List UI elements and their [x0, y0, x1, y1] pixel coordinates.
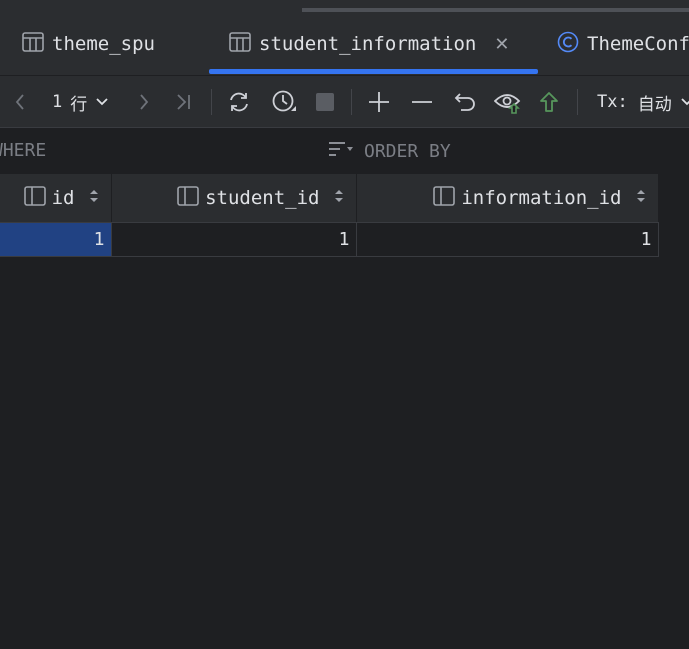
sort-lines-icon — [328, 140, 364, 163]
remove-row-icon[interactable] — [409, 76, 435, 128]
tab-label: student_information — [259, 33, 477, 55]
tab-student-information[interactable]: student_information ✕ — [229, 13, 509, 75]
where-label: WHERE — [0, 140, 47, 161]
column-name: student_id — [205, 187, 320, 209]
tab-theme-spu[interactable]: theme_spu — [22, 13, 155, 75]
add-row-icon[interactable] — [366, 76, 392, 128]
data-toolbar: 1 行 Tx: 自动 — [0, 75, 689, 128]
window-top-strip — [0, 0, 689, 13]
editor-tab-bar: theme_spu student_information ✕ ThemeCon… — [0, 13, 689, 75]
orderby-label: ORDER BY — [364, 141, 451, 162]
next-page-icon[interactable] — [134, 76, 154, 128]
grid-cell-id[interactable]: 1 — [0, 222, 112, 257]
grid-header-row: id student_id information_id — [0, 174, 659, 223]
where-filter-input[interactable]: WHERE — [0, 140, 46, 161]
column-name: id — [51, 187, 75, 209]
column-icon — [23, 185, 46, 211]
tab-scrollbar[interactable] — [302, 8, 689, 12]
stop-icon[interactable] — [313, 76, 337, 128]
table-icon — [229, 32, 251, 56]
tab-label: theme_spu — [52, 33, 155, 55]
toolbar-separator — [351, 89, 352, 115]
column-icon — [177, 185, 199, 211]
grid-cell-student-id[interactable]: 1 — [111, 222, 357, 257]
column-name: information_id — [461, 187, 622, 209]
chevron-down-icon — [680, 92, 689, 112]
revert-icon[interactable] — [452, 76, 478, 128]
tx-mode: 自动 — [637, 94, 672, 115]
rows-value: 1 — [52, 92, 63, 112]
class-icon — [557, 31, 579, 57]
orderby-filter-input[interactable]: ORDER BY — [328, 140, 451, 163]
rows-unit: 行 — [70, 94, 88, 115]
active-tab-indicator — [209, 69, 538, 74]
tab-themeconf[interactable]: ThemeConf — [557, 13, 689, 75]
prev-page-icon[interactable] — [10, 76, 30, 128]
table-icon — [22, 32, 44, 56]
result-grid: id student_id information_id 1 1 1 — [0, 174, 659, 257]
column-header-information-id[interactable]: information_id — [356, 174, 659, 223]
preview-changes-icon[interactable] — [493, 76, 523, 128]
column-header-student-id[interactable]: student_id — [111, 174, 357, 223]
sort-toggle-icon[interactable] — [334, 187, 344, 209]
column-icon — [433, 185, 456, 211]
close-icon[interactable]: ✕ — [494, 34, 509, 55]
tab-label: ThemeConf — [587, 33, 689, 55]
refresh-icon[interactable] — [225, 76, 253, 128]
transaction-mode-selector[interactable]: Tx: 自动 — [597, 76, 689, 128]
sort-toggle-icon[interactable] — [636, 187, 646, 209]
submit-icon[interactable] — [537, 76, 561, 128]
grid-cell-information-id[interactable]: 1 — [356, 222, 659, 257]
sort-toggle-icon[interactable] — [89, 187, 99, 209]
toolbar-separator — [577, 89, 578, 115]
chevron-down-icon — [95, 92, 109, 112]
column-header-id[interactable]: id — [0, 174, 112, 223]
history-clock-icon[interactable] — [270, 76, 298, 128]
toolbar-separator — [211, 89, 212, 115]
filter-bar: WHERE ORDER BY — [0, 128, 689, 174]
table-row[interactable]: 1 1 1 — [0, 222, 659, 257]
tx-label: Tx: — [597, 92, 628, 112]
last-page-icon[interactable] — [172, 76, 196, 128]
rows-selector[interactable]: 1 行 — [52, 76, 109, 128]
